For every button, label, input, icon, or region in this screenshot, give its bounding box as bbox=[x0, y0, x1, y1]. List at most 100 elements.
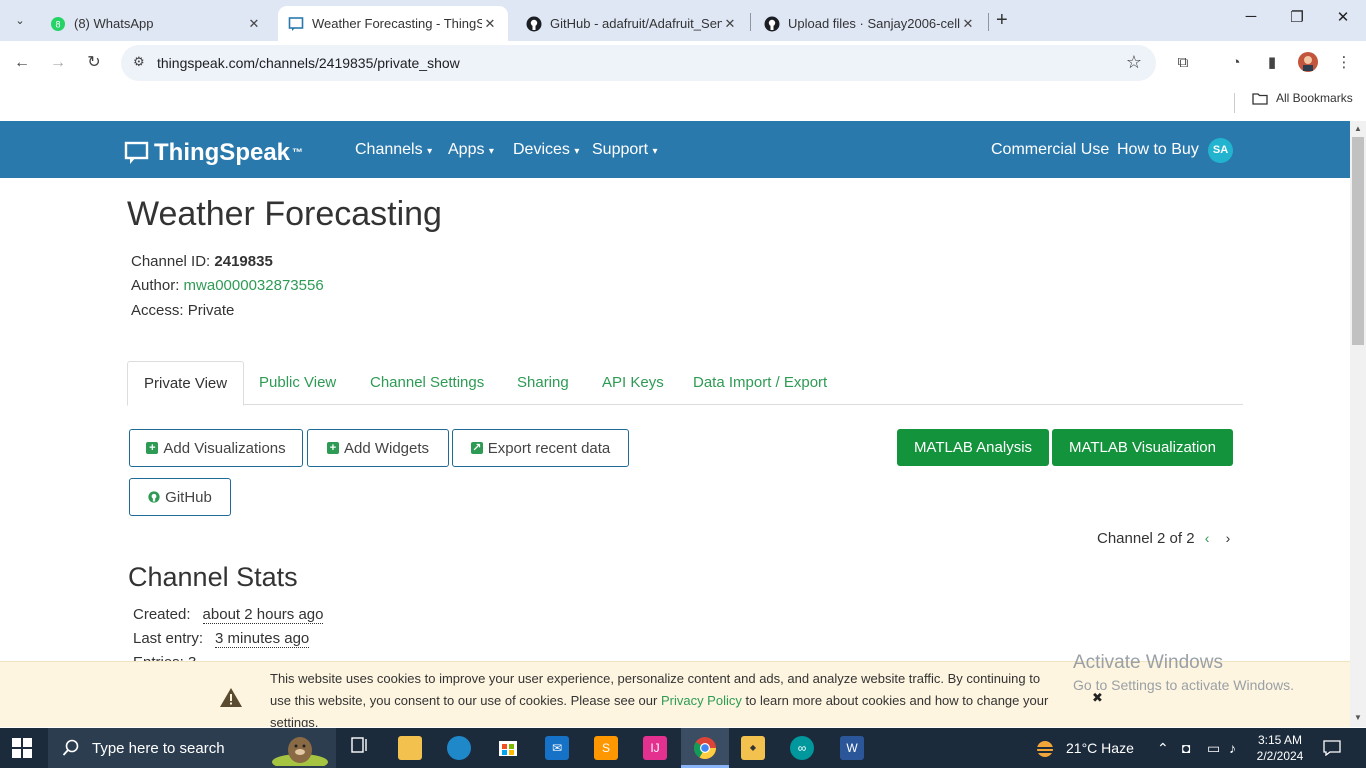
sublime-text-icon[interactable]: S bbox=[594, 736, 618, 760]
commercial-use-link[interactable]: Commercial Use bbox=[991, 141, 1109, 159]
add-visualizations-button[interactable]: + Add Visualizations bbox=[129, 429, 303, 467]
battery-icon[interactable]: ▭ bbox=[1207, 740, 1220, 757]
tab-separator bbox=[750, 13, 751, 31]
word-icon[interactable]: W bbox=[840, 736, 864, 760]
export-icon: ↗ bbox=[470, 442, 483, 454]
extensions-icon[interactable]: ⧉ bbox=[1172, 52, 1194, 74]
search-icon bbox=[62, 739, 79, 756]
matlab-analysis-button[interactable]: MATLAB Analysis bbox=[897, 429, 1049, 466]
browser-tab-strip: ⌄ 8 (8) WhatsApp ✕ Weather Forecasting -… bbox=[0, 0, 1366, 41]
weather-icon[interactable] bbox=[1033, 740, 1057, 761]
intellij-icon[interactable]: IJ bbox=[643, 736, 667, 760]
site-info-icon[interactable]: ⚙ bbox=[133, 54, 145, 70]
scroll-down-icon[interactable]: ▼ bbox=[1354, 713, 1362, 722]
back-icon[interactable]: ← bbox=[10, 51, 34, 75]
side-panel-icon[interactable]: ▮ bbox=[1261, 52, 1283, 74]
channel-pager: Channel 2 of 2 ‹ › bbox=[1097, 530, 1230, 547]
taskbar-search-box[interactable]: Type here to search bbox=[48, 728, 336, 768]
caret-down-icon: ▾ bbox=[574, 146, 580, 157]
scroll-up-icon[interactable]: ▲ bbox=[1354, 124, 1362, 133]
minimize-icon[interactable]: ─ bbox=[1228, 8, 1274, 25]
button-label: GitHub bbox=[165, 488, 212, 506]
export-recent-data-button[interactable]: ↗ Export recent data bbox=[452, 429, 629, 467]
thingspeak-icon bbox=[288, 16, 304, 32]
meet-now-icon[interactable]: ◘ bbox=[1182, 740, 1190, 756]
channel-stats-title: Channel Stats bbox=[128, 562, 298, 592]
privacy-policy-link[interactable]: Privacy Policy bbox=[661, 693, 742, 708]
how-to-buy-link[interactable]: How to Buy bbox=[1117, 141, 1199, 159]
stat-last-entry: Last entry: 3 minutes ago bbox=[133, 630, 310, 648]
notifications-icon[interactable] bbox=[1323, 740, 1341, 759]
tab-api-keys[interactable]: API Keys bbox=[586, 361, 680, 405]
restore-icon[interactable]: ❐ bbox=[1274, 8, 1320, 26]
access-row: Access: Private bbox=[131, 302, 234, 319]
pager-next-icon[interactable]: › bbox=[1226, 530, 1231, 546]
stat-value: 3 minutes ago bbox=[215, 630, 310, 648]
tab-data-import-export[interactable]: Data Import / Export bbox=[677, 361, 843, 405]
mingle-app-icon[interactable]: ◆ bbox=[741, 736, 765, 760]
url-text[interactable]: thingspeak.com/channels/2419835/private_… bbox=[157, 55, 460, 71]
menu-support[interactable]: Support ▾ bbox=[592, 141, 658, 159]
matlab-visualization-button[interactable]: MATLAB Visualization bbox=[1052, 429, 1233, 466]
file-explorer-icon[interactable] bbox=[398, 736, 422, 760]
close-tab-icon[interactable]: ✕ bbox=[960, 16, 976, 32]
page-scrollbar[interactable]: ▲ ▼ bbox=[1350, 121, 1366, 727]
menu-apps[interactable]: Apps ▾ bbox=[448, 141, 494, 159]
chevron-up-icon[interactable]: ⌃ bbox=[1157, 740, 1169, 757]
microsoft-store-icon[interactable] bbox=[496, 736, 520, 760]
stat-created: Created: about 2 hours ago bbox=[133, 606, 324, 624]
system-clock[interactable]: 3:15 AM 2/2/2024 bbox=[1250, 732, 1310, 764]
task-view-icon[interactable] bbox=[348, 736, 372, 760]
address-bar[interactable]: ⚙ thingspeak.com/channels/2419835/privat… bbox=[121, 45, 1156, 81]
bookmark-star-icon[interactable]: ☆ bbox=[1126, 52, 1142, 73]
author-link[interactable]: mwa0000032873556 bbox=[184, 277, 324, 294]
tab-private-view[interactable]: Private View bbox=[127, 361, 245, 406]
weather-text[interactable]: 21°C Haze bbox=[1066, 740, 1134, 756]
profile-avatar[interactable] bbox=[1297, 52, 1319, 74]
edge-icon[interactable] bbox=[447, 736, 471, 760]
tab-github-upload[interactable]: Upload files · Sanjay2006-cell/C ✕ bbox=[754, 6, 986, 41]
pager-text: Channel 2 of 2 bbox=[1097, 530, 1195, 547]
user-avatar[interactable]: SA bbox=[1208, 138, 1233, 163]
close-tab-icon[interactable]: ✕ bbox=[482, 16, 498, 32]
pager-prev-icon[interactable]: ‹ bbox=[1205, 530, 1210, 546]
scroll-thumb[interactable] bbox=[1352, 137, 1364, 345]
thingspeak-logo[interactable]: ThingSpeak ™ bbox=[124, 139, 303, 167]
github-icon bbox=[764, 16, 780, 32]
arduino-icon[interactable]: ∞ bbox=[790, 736, 814, 760]
close-window-icon[interactable]: ✕ bbox=[1320, 8, 1366, 26]
close-tab-icon[interactable]: ✕ bbox=[722, 16, 738, 32]
button-label: Export recent data bbox=[487, 439, 611, 457]
windows-start-icon[interactable] bbox=[12, 738, 32, 758]
mail-icon[interactable]: ✉ bbox=[545, 736, 569, 760]
menu-devices[interactable]: Devices ▾ bbox=[513, 141, 579, 159]
github-button[interactable]: GitHub bbox=[129, 478, 231, 516]
tab-title: Upload files · Sanjay2006-cell/C bbox=[788, 16, 960, 31]
chrome-icon[interactable] bbox=[693, 736, 717, 760]
close-tab-icon[interactable]: ✕ bbox=[246, 16, 262, 32]
tab-whatsapp[interactable]: 8 (8) WhatsApp ✕ bbox=[40, 6, 272, 41]
clock-date: 2/2/2024 bbox=[1256, 749, 1304, 763]
github-icon bbox=[526, 16, 542, 32]
folder-icon bbox=[1252, 92, 1268, 105]
volume-icon[interactable]: ♪ bbox=[1229, 740, 1236, 756]
tab-github-adafruit[interactable]: GitHub - adafruit/Adafruit_Sensor ✕ bbox=[516, 6, 748, 41]
tab-channel-settings[interactable]: Channel Settings bbox=[354, 361, 500, 405]
menu-channels[interactable]: Channels ▾ bbox=[355, 141, 432, 159]
add-widgets-button[interactable]: + Add Widgets bbox=[307, 429, 449, 467]
new-tab-icon[interactable]: + bbox=[996, 9, 1008, 32]
tab-title: GitHub - adafruit/Adafruit_Sensor bbox=[550, 16, 722, 31]
all-bookmarks-button[interactable]: All Bookmarks bbox=[1252, 91, 1353, 105]
tab-search-button[interactable]: ⌄ bbox=[8, 8, 32, 32]
reload-icon[interactable]: ↻ bbox=[82, 51, 106, 75]
forward-icon[interactable]: → bbox=[46, 51, 70, 75]
tab-thingspeak[interactable]: Weather Forecasting - ThingSpeak ✕ bbox=[278, 6, 508, 41]
menu-label: Channels bbox=[355, 141, 423, 158]
menu-kebab-icon[interactable]: ⋮ bbox=[1333, 52, 1355, 74]
caret-down-icon: ▾ bbox=[488, 146, 494, 157]
tab-separator bbox=[988, 13, 989, 31]
cookie-text: This website uses cookies to improve you… bbox=[270, 668, 1050, 727]
tab-sharing[interactable]: Sharing bbox=[501, 361, 585, 405]
tab-public-view[interactable]: Public View bbox=[243, 361, 352, 405]
performance-icon[interactable]: ◔ bbox=[1225, 52, 1247, 74]
